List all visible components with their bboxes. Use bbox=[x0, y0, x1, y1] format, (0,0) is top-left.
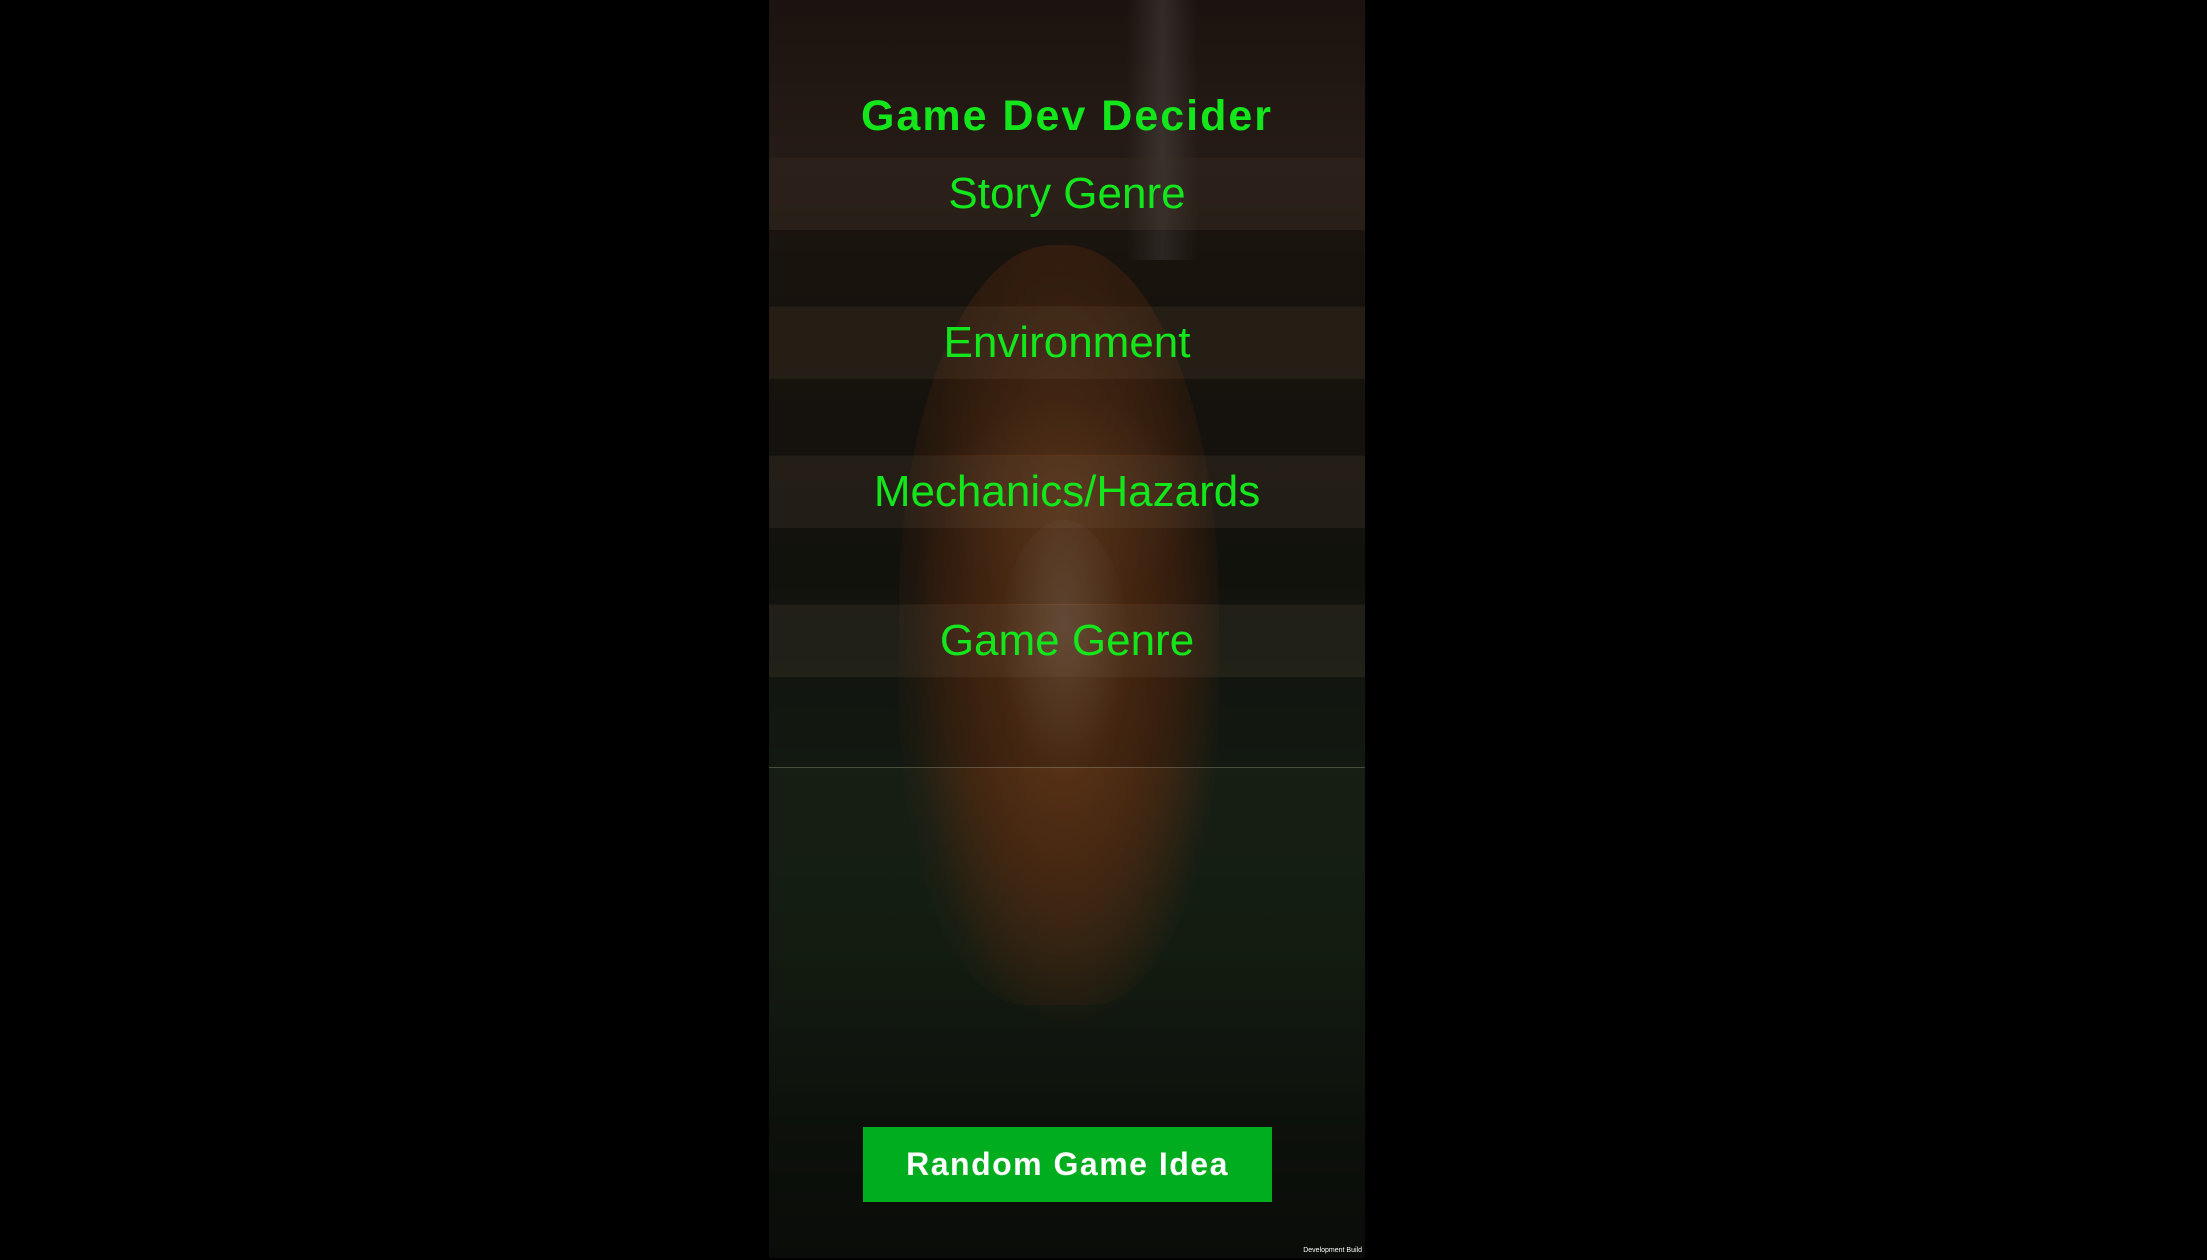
development-build-label: Development Build bbox=[1303, 1247, 1362, 1254]
category-label: Mechanics/Hazards bbox=[873, 467, 1261, 516]
category-header-mechanics-hazards: Mechanics/Hazards bbox=[769, 456, 1365, 528]
category-header-game-genre: Game Genre bbox=[769, 605, 1365, 677]
random-game-idea-button[interactable]: Random Game Idea bbox=[863, 1127, 1272, 1202]
category-value-environment bbox=[769, 379, 1365, 455]
app-title: Game Dev Decider bbox=[860, 92, 1274, 140]
category-label: Game Genre bbox=[939, 616, 1195, 665]
category-label: Environment bbox=[943, 318, 1191, 367]
category-value-game-genre bbox=[769, 677, 1365, 767]
category-label: Story Genre bbox=[948, 169, 1186, 218]
category-value-mechanics-hazards bbox=[769, 528, 1365, 604]
section-divider bbox=[769, 767, 1365, 768]
game-viewport: Game Dev Decider Story Genre Environment… bbox=[769, 0, 1365, 1258]
category-value-story-genre bbox=[769, 230, 1365, 306]
category-header-story-genre: Story Genre bbox=[769, 158, 1365, 230]
category-header-environment: Environment bbox=[769, 307, 1365, 379]
